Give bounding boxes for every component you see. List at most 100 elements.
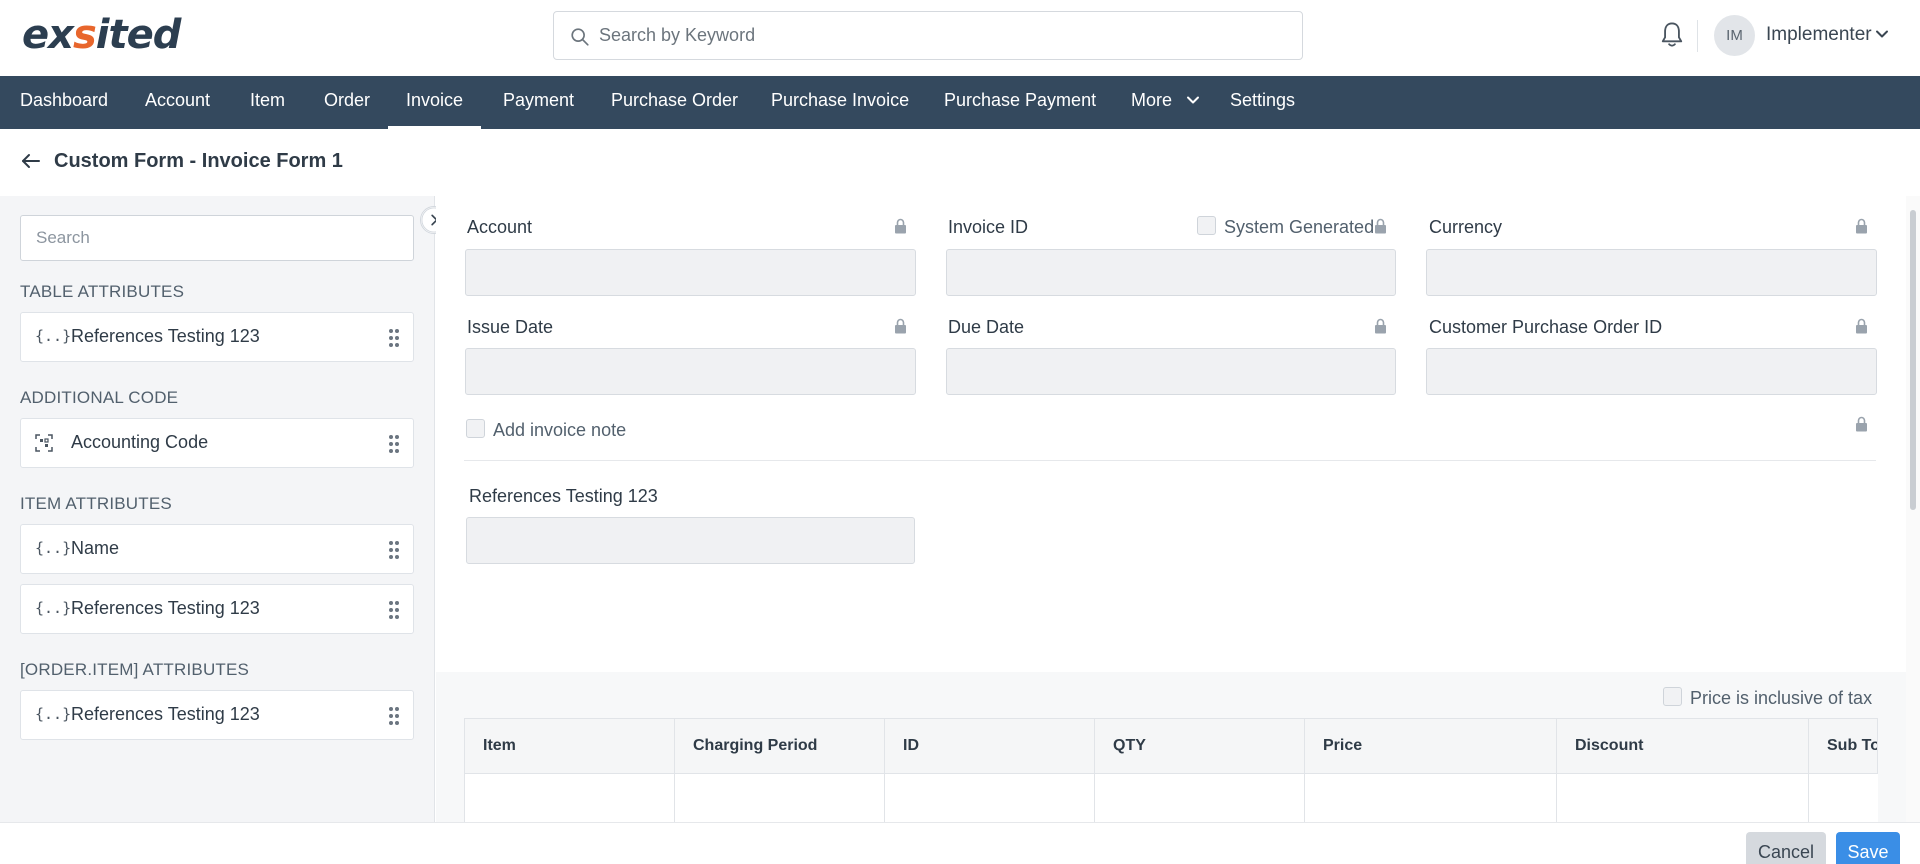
invoice-id-field[interactable] xyxy=(946,249,1396,296)
logo-text-right: ited xyxy=(95,12,182,58)
drag-handle-icon[interactable] xyxy=(387,327,401,349)
column-header-qty[interactable]: QTY xyxy=(1095,719,1305,773)
search-icon xyxy=(571,28,589,46)
nav-item-purchase-invoice[interactable]: Purchase Invoice xyxy=(771,76,909,129)
lock-icon[interactable] xyxy=(894,318,907,334)
column-header-charging-period[interactable]: Charging Period xyxy=(675,719,885,773)
page-title: Custom Form - Invoice Form 1 xyxy=(54,150,343,172)
draggable-attribute-card[interactable]: {..} References Testing 123 xyxy=(20,690,414,740)
attribute-label: References Testing 123 xyxy=(71,326,260,346)
column-header-discount[interactable]: Discount xyxy=(1557,719,1809,773)
due-date-label: Due Date xyxy=(948,317,1025,337)
section-heading-additional-code: ADDITIONAL CODE xyxy=(20,388,179,407)
references-label: References Testing 123 xyxy=(469,486,658,506)
logo-text-left: ex xyxy=(22,12,74,58)
table-row xyxy=(464,774,1878,822)
table-cell[interactable] xyxy=(1305,774,1557,822)
scrollbar-thumb[interactable] xyxy=(1910,210,1916,510)
avatar[interactable]: IM xyxy=(1714,15,1755,56)
nav-item-order[interactable]: Order xyxy=(324,76,370,129)
add-invoice-note-label: Add invoice note xyxy=(493,420,627,440)
price-inclusive-tax-checkbox[interactable] xyxy=(1663,687,1682,706)
column-header-id[interactable]: ID xyxy=(885,719,1095,773)
nav-item-settings[interactable]: Settings xyxy=(1230,76,1295,129)
column-header-price[interactable]: Price xyxy=(1305,719,1557,773)
drag-handle-icon[interactable] xyxy=(387,539,401,561)
nav-item-item[interactable]: Item xyxy=(250,76,285,129)
nav-item-purchase-payment[interactable]: Purchase Payment xyxy=(944,76,1096,129)
notification-bell-icon[interactable] xyxy=(1658,20,1686,50)
table-cell[interactable] xyxy=(1557,774,1809,822)
header-divider xyxy=(1697,20,1698,52)
draggable-attribute-card[interactable]: {..} References Testing 123 xyxy=(20,584,414,634)
nav-item-dashboard[interactable]: Dashboard xyxy=(20,76,108,129)
variable-braces-icon: {..} xyxy=(35,539,72,557)
nav-item-account[interactable]: Account xyxy=(145,76,210,129)
draggable-attribute-card[interactable]: {..} Name xyxy=(20,524,414,574)
attribute-label: Accounting Code xyxy=(71,432,209,452)
lock-icon[interactable] xyxy=(894,218,907,234)
table-cell[interactable] xyxy=(885,774,1095,822)
account-label: Account xyxy=(467,217,533,237)
lock-icon[interactable] xyxy=(1855,416,1868,432)
column-header-sub-total[interactable]: Sub Total xyxy=(1809,719,1877,773)
attribute-label: References Testing 123 xyxy=(71,704,260,724)
variable-braces-icon: {..} xyxy=(35,599,72,617)
system-generated-checkbox[interactable] xyxy=(1197,216,1216,235)
lock-icon[interactable] xyxy=(1374,218,1387,234)
footer-bar xyxy=(0,822,1920,864)
variable-braces-icon: {..} xyxy=(35,705,72,723)
lock-icon[interactable] xyxy=(1855,318,1868,334)
lock-icon[interactable] xyxy=(1855,218,1868,234)
chevron-down-icon[interactable] xyxy=(1185,92,1201,108)
system-generated-label: System Generated xyxy=(1224,217,1375,237)
logo[interactable]: exsited xyxy=(22,12,182,58)
references-field[interactable] xyxy=(466,517,915,564)
cancel-button[interactable]: Cancel xyxy=(1746,832,1826,864)
vertical-scrollbar[interactable] xyxy=(1906,196,1920,822)
code-scan-icon xyxy=(35,434,53,452)
due-date-field[interactable] xyxy=(946,348,1396,395)
back-arrow-icon[interactable] xyxy=(20,150,42,172)
section-heading-item-attributes: ITEM ATTRIBUTES xyxy=(20,494,172,513)
currency-field[interactable] xyxy=(1426,249,1877,296)
table-cell[interactable] xyxy=(1095,774,1305,822)
account-field[interactable] xyxy=(465,249,916,296)
logo-text-accent: s xyxy=(72,12,97,58)
table-cell[interactable] xyxy=(675,774,885,822)
nav-item-purchase-order[interactable]: Purchase Order xyxy=(611,76,738,129)
section-divider xyxy=(464,460,1876,461)
issue-date-field[interactable] xyxy=(465,348,916,395)
drag-handle-icon[interactable] xyxy=(387,433,401,455)
add-invoice-note-checkbox[interactable] xyxy=(466,419,485,438)
nav-item-invoice[interactable]: Invoice xyxy=(387,76,482,129)
draggable-attribute-card[interactable]: {..} References Testing 123 xyxy=(20,312,414,362)
drag-handle-icon[interactable] xyxy=(387,705,401,727)
customer-po-field[interactable] xyxy=(1426,348,1877,395)
sidebar-search-input[interactable] xyxy=(20,215,414,261)
currency-label: Currency xyxy=(1429,217,1503,237)
lock-icon[interactable] xyxy=(1374,318,1387,334)
top-header: exsited IM Implementer xyxy=(0,0,1920,76)
search-input[interactable] xyxy=(599,12,1289,59)
nav-item-payment[interactable]: Payment xyxy=(503,76,574,129)
save-button[interactable]: Save xyxy=(1836,832,1900,864)
attribute-label: Name xyxy=(71,538,120,558)
invoice-id-label: Invoice ID xyxy=(948,217,1029,237)
column-header-item[interactable]: Item xyxy=(465,719,675,773)
section-heading-table-attributes: TABLE ATTRIBUTES xyxy=(20,282,185,301)
nav-item-more[interactable]: More xyxy=(1131,76,1172,129)
attribute-label: References Testing 123 xyxy=(71,598,260,618)
drag-handle-icon[interactable] xyxy=(387,599,401,621)
variable-braces-icon: {..} xyxy=(35,327,72,345)
main-nav: Dashboard Account Item Order Invoice Pay… xyxy=(0,76,1920,129)
issue-date-label: Issue Date xyxy=(467,317,554,337)
section-heading-order-item-attributes: [ORDER.ITEM] ATTRIBUTES xyxy=(20,660,250,679)
global-search[interactable] xyxy=(553,11,1303,60)
draggable-attribute-card[interactable]: Accounting Code xyxy=(20,418,414,468)
attributes-sidebar: TABLE ATTRIBUTES {..} References Testing… xyxy=(0,196,435,822)
chevron-down-icon[interactable] xyxy=(1874,26,1890,42)
user-name[interactable]: Implementer xyxy=(1766,24,1872,46)
table-cell[interactable] xyxy=(465,774,675,822)
customer-po-label: Customer Purchase Order ID xyxy=(1429,317,1663,337)
